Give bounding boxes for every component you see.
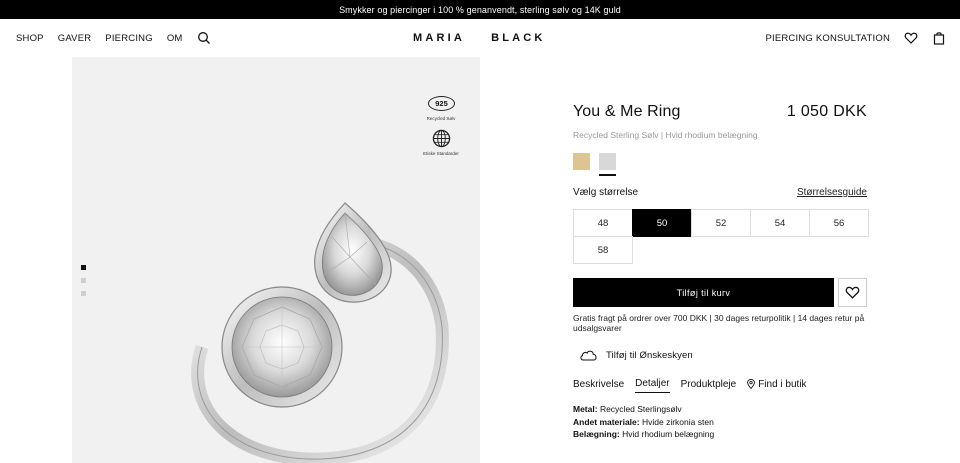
size-option-50[interactable]: 50 [632,209,692,237]
product-gallery[interactable]: 925 Recycled Sølv Etiske Standarder [72,57,480,463]
announcement-bar: Smykker og piercinger i 100 % genanvendt… [0,0,960,19]
gallery-dot-2[interactable] [81,278,86,283]
swatch-gold[interactable] [573,153,590,170]
location-pin-icon [747,379,756,389]
logo-word-black: BLACK [491,32,546,44]
size-option-54[interactable]: 54 [750,209,810,237]
size-option-48[interactable]: 48 [573,209,633,237]
size-selector: 48 50 52 54 56 58 [573,209,869,264]
cart-actions: Tilføj til kurv [573,278,867,307]
size-option-52[interactable]: 52 [691,209,751,237]
color-swatches [573,153,616,170]
site-header: SHOP GAVER PIERCING OM MARIA BLACK PIERC… [0,19,960,57]
wishcloud-button[interactable]: Tilføj til Ønskeskyen [579,349,693,361]
detail-plating: Belægning: Hvid rhodium belægning [573,428,714,441]
detail-value: Recycled Sterlingsølv [599,404,682,414]
secondary-nav: PIERCING KONSULTATION [765,19,946,57]
nav-om[interactable]: OM [167,33,183,44]
badge-925-label: Recycled Sølv [426,116,456,121]
size-label: Vælg størrelse [573,187,639,198]
logo-word-maria: MARIA [413,32,466,44]
bag-icon[interactable] [932,31,946,45]
detail-key: Metal: [573,404,598,414]
detail-key: Andet materiale: [573,416,640,427]
tab-detaljer[interactable]: Detaljer [635,378,670,393]
size-option-58[interactable]: 58 [573,236,633,264]
detail-other-material: Andet materiale: Hvide zirkonia sten [573,416,714,429]
nav-gaver[interactable]: GAVER [58,33,92,44]
heart-icon[interactable] [904,31,918,45]
add-to-cart-button[interactable]: Tilføj til kurv [573,278,834,307]
product-details: Metal: Recycled Sterlingsølv Andet mater… [573,403,714,441]
size-option-56[interactable]: 56 [809,209,869,237]
tab-find-i-butik[interactable]: Find i butik [747,378,807,393]
size-guide-link[interactable]: Størrelsesguide [797,187,867,198]
nav-shop[interactable]: SHOP [16,33,44,44]
product-title: You & Me Ring [573,103,681,120]
ring-product-image [191,202,449,463]
swatch-silver[interactable] [599,153,616,170]
gallery-dot-1[interactable] [81,265,86,270]
product-tabs: Beskrivelse Detaljer Produktpleje Find i… [573,378,807,393]
cloud-icon [580,350,597,361]
detail-value: Hvid rhodium belægning [622,429,715,439]
heart-icon [845,286,860,299]
brand-logo[interactable]: MARIA BLACK [413,19,546,57]
wishcloud-label: Tilføj til Ønskeskyen [606,349,693,361]
primary-nav: SHOP GAVER PIERCING OM [16,19,211,57]
search-icon[interactable] [197,31,211,45]
announcement-text: Smykker og piercinger i 100 % genanvendt… [339,4,621,15]
nav-piercing[interactable]: PIERCING [105,33,153,44]
detail-value: Hvide zirkonia sten [641,416,714,427]
wishlist-button[interactable] [838,278,867,307]
tab-find-label: Find i butik [758,378,807,390]
selected-swatch-indicator [599,174,616,176]
detail-metal: Metal: Recycled Sterlingsølv [573,403,714,416]
product-price: 1 050 DKK [786,103,867,120]
globe-icon [432,129,451,148]
tab-produktpleje[interactable]: Produktpleje [681,379,737,393]
gallery-pagination [81,265,86,296]
shipping-info: Gratis fragt på ordrer over 700 DKK | 30… [573,313,865,333]
nav-piercing-konsultation[interactable]: PIERCING KONSULTATION [765,33,890,44]
recycled-925-badge: 925 [428,96,455,111]
gallery-dot-3[interactable] [81,291,86,296]
detail-key: Belægning: [573,429,620,439]
badge-globe-label: Etiske Standarder [423,151,459,156]
product-subtitle: Recycled Sterling Sølv | Hvid rhodium be… [573,130,758,140]
badge-925-text: 925 [435,99,448,108]
size-header: Vælg størrelse Størrelsesguide [573,187,867,198]
tab-beskrivelse[interactable]: Beskrivelse [573,379,624,393]
product-title-row: You & Me Ring 1 050 DKK [573,103,867,121]
